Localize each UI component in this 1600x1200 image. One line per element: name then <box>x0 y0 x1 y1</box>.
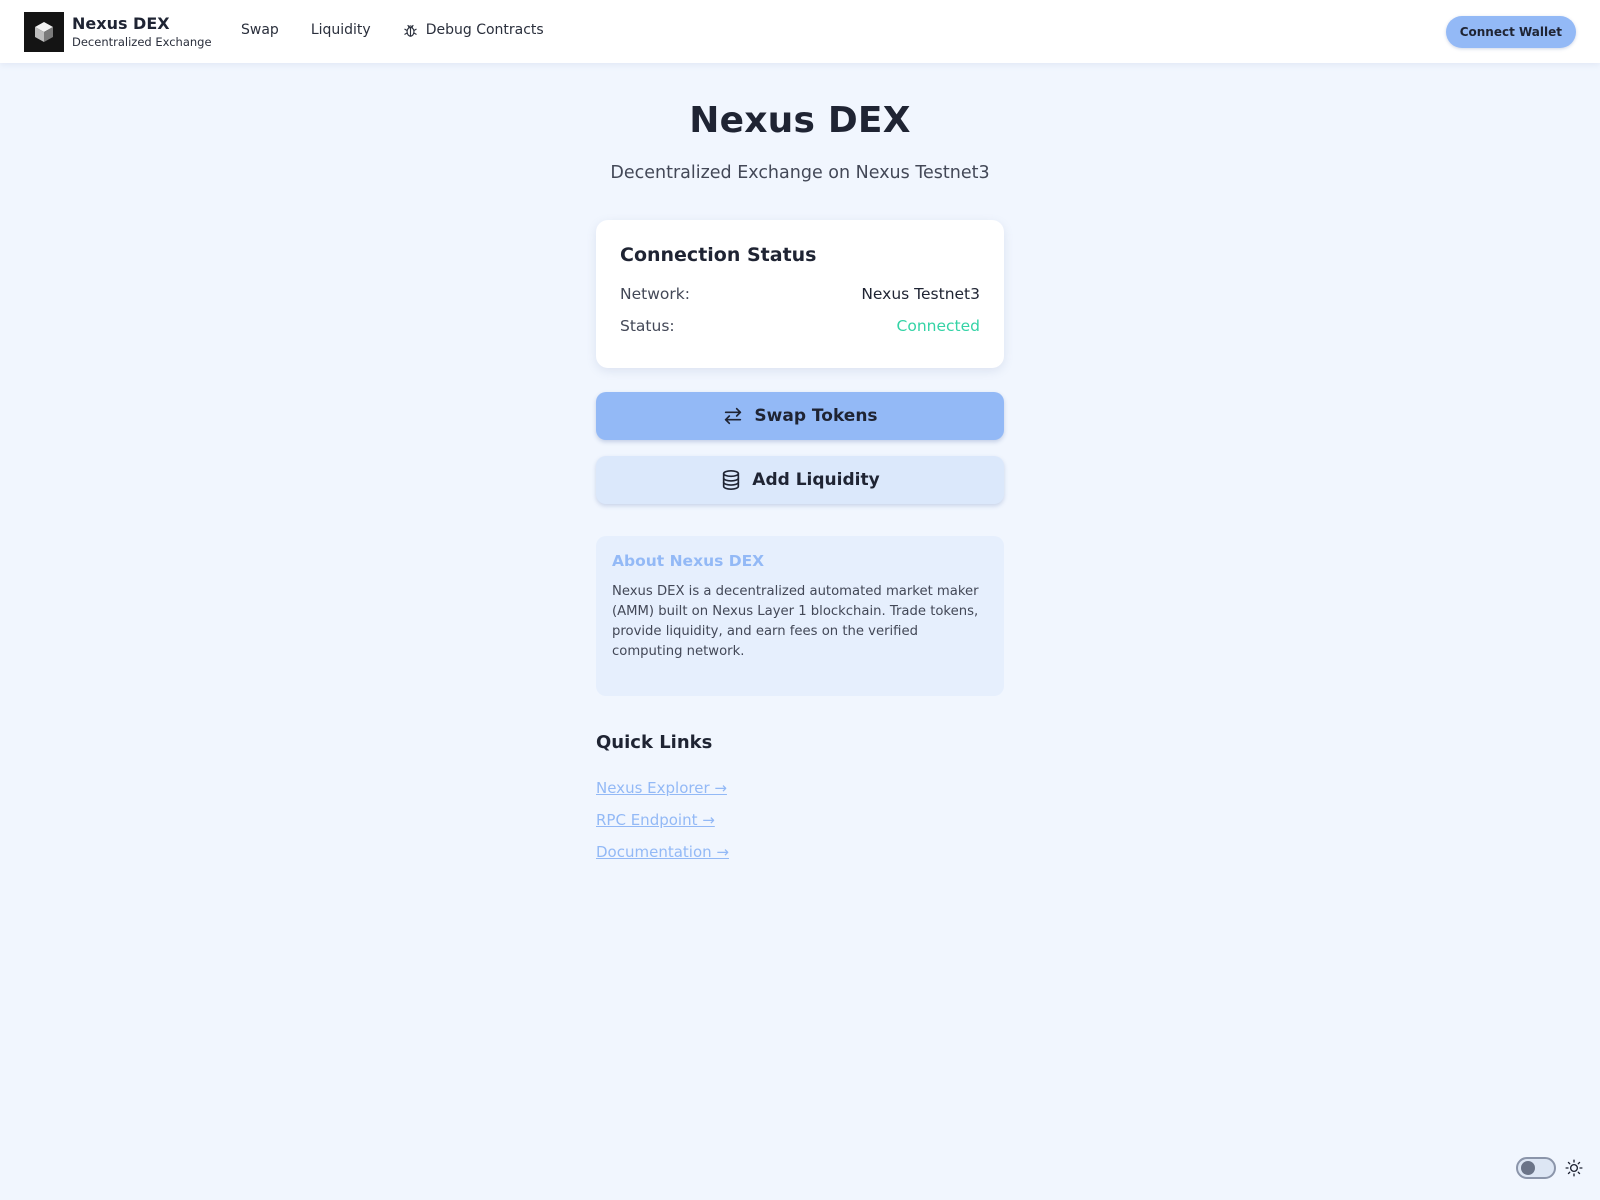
nav-item-liquidity[interactable]: Liquidity <box>300 20 382 40</box>
theme-toggle[interactable] <box>1516 1157 1556 1179</box>
nav-item-debug-contracts[interactable]: Debug Contracts <box>392 20 555 40</box>
about-panel: About Nexus DEX Nexus DEX is a decentral… <box>596 536 1004 696</box>
status-value: Connected <box>896 317 980 335</box>
documentation-link[interactable]: Documentation → <box>596 836 729 868</box>
brand-subtitle: Decentralized Exchange <box>72 34 212 49</box>
add-liquidity-button[interactable]: Add Liquidity <box>596 456 1004 504</box>
nav-item-label: Debug Contracts <box>425 22 544 38</box>
database-icon <box>720 469 742 491</box>
brand-title: Nexus DEX <box>72 13 170 33</box>
connect-wallet-button[interactable]: Connect Wallet <box>1445 16 1576 48</box>
cube-icon <box>24 12 64 52</box>
brand[interactable]: Nexus DEX Decentralized Exchange <box>24 12 212 52</box>
nexus-explorer-link[interactable]: Nexus Explorer → <box>596 772 729 804</box>
arrows-swap-icon <box>722 405 744 427</box>
network-value: Nexus Testnet3 <box>861 285 980 303</box>
about-text: Nexus DEX is a decentralized automated m… <box>612 584 979 659</box>
main-nav: Swap Liquidity Debug Contracts <box>230 20 565 40</box>
toggle-knob <box>1521 1161 1535 1175</box>
swap-tokens-label: Swap Tokens <box>754 406 878 426</box>
quick-links-title: Quick Links <box>596 732 713 753</box>
nav-item-swap[interactable]: Swap <box>230 20 290 40</box>
quick-links-list: Nexus Explorer → RPC Endpoint → Document… <box>596 772 729 868</box>
status-label: Status: <box>620 317 675 335</box>
status-row: Status: Connected <box>620 310 980 342</box>
nav-item-label: Swap <box>241 22 279 38</box>
sun-icon[interactable] <box>1565 1159 1583 1181</box>
bug-icon <box>403 23 418 38</box>
connection-status-card: Connection Status Network: Nexus Testnet… <box>596 220 1004 368</box>
about-title: About Nexus DEX <box>612 552 765 570</box>
page-title: Nexus DEX <box>689 100 911 141</box>
network-row: Network: Nexus Testnet3 <box>620 278 980 310</box>
rpc-endpoint-link[interactable]: RPC Endpoint → <box>596 804 729 836</box>
connection-status-title: Connection Status <box>620 244 817 266</box>
network-label: Network: <box>620 285 690 303</box>
page-subtitle: Decentralized Exchange on Nexus Testnet3 <box>610 163 990 183</box>
add-liquidity-label: Add Liquidity <box>752 470 880 490</box>
swap-tokens-button[interactable]: Swap Tokens <box>596 392 1004 440</box>
nav-item-label: Liquidity <box>310 22 371 38</box>
top-navbar: Nexus DEX Decentralized Exchange Swap Li… <box>0 0 1600 63</box>
